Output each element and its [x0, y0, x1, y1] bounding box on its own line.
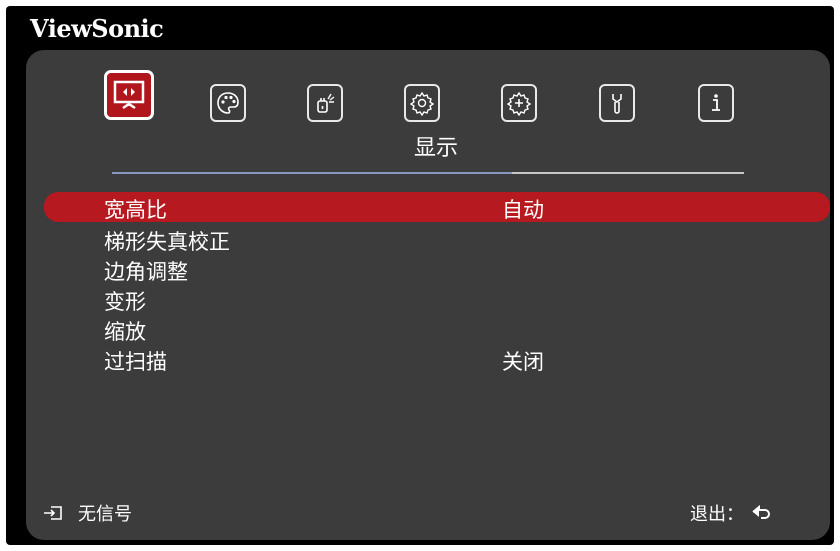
osd-panel: 显示 宽高比 自动 梯形失真校正 边角调整 变形 缩放 过扫描 关闭 无信号 退… [26, 50, 830, 540]
source-status-text: 无信号 [78, 504, 132, 525]
menu-item-overscan[interactable]: 过扫描 关闭 [26, 344, 830, 374]
menu-item-label: 缩放 [104, 320, 146, 344]
tab-advanced[interactable] [501, 84, 537, 122]
wrench-icon [612, 94, 622, 114]
tab-information[interactable] [698, 84, 734, 122]
power-icon [317, 93, 335, 113]
tab-power[interactable] [307, 84, 343, 122]
advanced-gear-icon [506, 91, 532, 116]
input-source-icon [44, 506, 62, 520]
menu-item-value: 关闭 [502, 350, 544, 374]
tab-system[interactable] [599, 84, 635, 122]
menu-item-label: 宽高比 [104, 198, 167, 222]
menu-item-label: 变形 [104, 290, 146, 314]
menu-item-zoom[interactable]: 缩放 [26, 314, 830, 344]
gear-icon [409, 91, 435, 116]
menu-item-label: 梯形失真校正 [104, 230, 230, 254]
tab-color[interactable] [210, 84, 246, 122]
brand-logo: ViewSonic [30, 14, 164, 43]
exit-hint: 退出： [690, 500, 772, 526]
tab-divider [112, 172, 744, 174]
menu-item-value: 自动 [502, 198, 544, 222]
menu-item-corner-adjust[interactable]: 边角调整 [26, 254, 830, 284]
exit-label: 退出： [690, 504, 744, 525]
return-arrow-icon [752, 504, 770, 519]
tab-display[interactable] [104, 70, 154, 120]
source-status: 无信号 [42, 500, 132, 526]
menu-item-aspect-ratio[interactable]: 宽高比 自动 [44, 192, 830, 222]
menu-item-label: 边角调整 [104, 260, 188, 284]
menu-item-keystone[interactable]: 梯形失真校正 [26, 224, 830, 254]
info-icon [712, 94, 720, 111]
menu-item-label: 过扫描 [104, 350, 167, 374]
display-icon [113, 80, 145, 110]
palette-icon [217, 92, 239, 114]
menu-item-warp[interactable]: 变形 [26, 284, 830, 314]
tab-divider-highlight [112, 172, 512, 174]
tab-title: 显示 [413, 136, 458, 161]
tab-basic[interactable] [404, 84, 440, 122]
osd-window: ViewSonic 显示 宽高比 自动 梯形失真校正 边角调整 变形 缩放 过扫… [6, 6, 834, 545]
